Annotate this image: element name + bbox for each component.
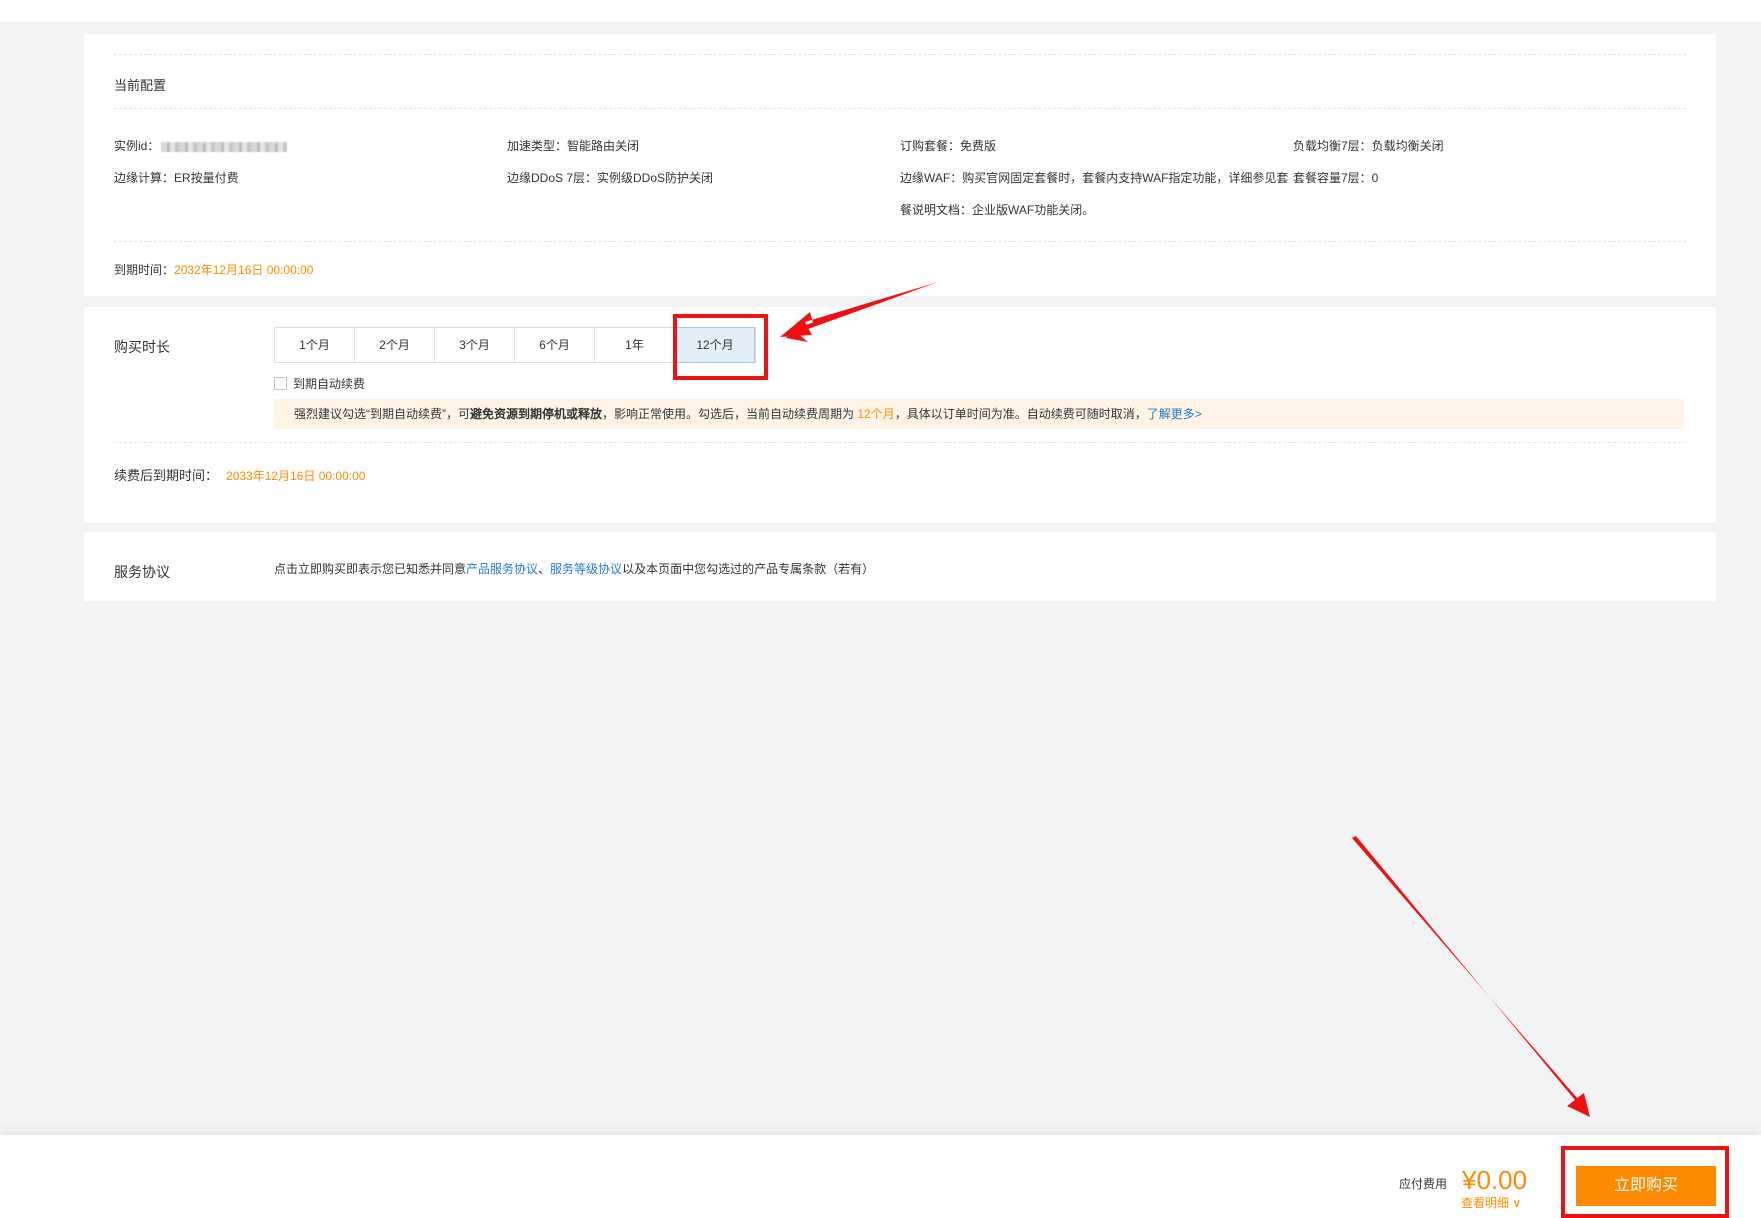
annotation-arrow: [1352, 836, 1590, 1117]
annotation-arrows: [780, 282, 1590, 1117]
